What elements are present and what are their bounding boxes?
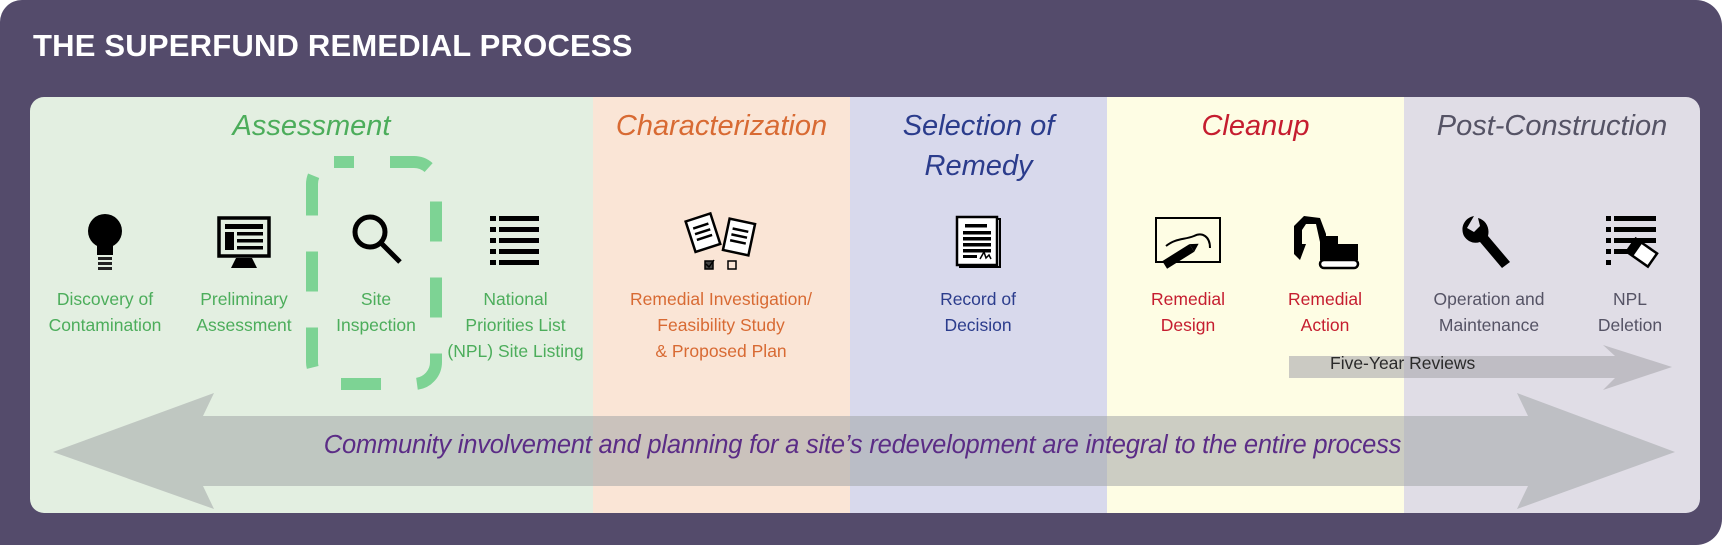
step-label-line: Decision bbox=[944, 315, 1012, 335]
step-npl-site-listing: National Priorities List (NPL) Site List… bbox=[433, 286, 598, 364]
step-label-line: Record of bbox=[940, 289, 1016, 309]
step-remedial-design: Remedial Design bbox=[1108, 286, 1268, 338]
step-label-line: Priorities List bbox=[465, 315, 566, 335]
phase-heading-assessment: Assessment bbox=[232, 110, 391, 142]
five-year-reviews-label: Five-Year Reviews bbox=[1330, 353, 1476, 373]
step-label-line: Remedial Investigation/ bbox=[630, 289, 812, 309]
computer-monitor-icon bbox=[217, 216, 271, 268]
step-operation-and-maintenance: Operation and Maintenance bbox=[1409, 286, 1569, 338]
phase-heading-line: Selection of bbox=[902, 110, 1055, 142]
wrench-icon bbox=[1462, 216, 1510, 268]
phase-heading-line: Remedy bbox=[924, 150, 1033, 182]
step-label-line: National bbox=[483, 289, 548, 309]
step-label-line: Deletion bbox=[1597, 315, 1663, 335]
drawing-pencil-icon bbox=[1155, 217, 1221, 269]
step-label-line: Operation and bbox=[1433, 289, 1545, 309]
step-label-line: Feasibility Study bbox=[657, 315, 785, 335]
lightbulb-icon bbox=[88, 214, 122, 270]
step-label-line: Discovery of bbox=[56, 289, 154, 309]
step-discovery-of-contamination: Discovery of Contamination bbox=[25, 286, 185, 338]
step-label-line: Remedial bbox=[1151, 289, 1225, 309]
signed-document-icon bbox=[955, 215, 1001, 268]
community-involvement-banner: Community involvement and planning for a… bbox=[323, 431, 1402, 459]
step-label-line: & Proposed Plan bbox=[655, 341, 787, 361]
step-ri-fs-proposed-plan: Remedial Investigation/ Feasibility Stud… bbox=[601, 286, 841, 364]
step-label-line: Site bbox=[360, 289, 392, 309]
highlight-dashed-box bbox=[306, 156, 442, 390]
phase-heading-characterization: Characterization bbox=[615, 110, 828, 142]
documents-checkbox-icon bbox=[684, 211, 757, 270]
step-label-line: Action bbox=[1300, 315, 1350, 335]
diagram-title: THE SUPERFUND REMEDIAL PROCESS bbox=[33, 28, 633, 63]
step-npl-deletion: NPL Deletion bbox=[1550, 286, 1710, 338]
step-label-line: Contamination bbox=[48, 315, 162, 335]
step-label-line: Remedial bbox=[1288, 289, 1362, 309]
phase-heading-post-construction: Post-Construction bbox=[1436, 110, 1668, 142]
step-remedial-action: Remedial Action bbox=[1245, 286, 1405, 338]
phase-heading-selection-of-remedy: Selection of Remedy bbox=[850, 106, 1107, 186]
phase-heading-cleanup: Cleanup bbox=[1201, 110, 1310, 142]
step-label-line: Inspection bbox=[336, 315, 416, 335]
step-site-inspection: Site Inspection bbox=[296, 286, 456, 338]
list-icon bbox=[490, 216, 539, 265]
step-label-line: NPL bbox=[1612, 289, 1648, 309]
step-label-line: Maintenance bbox=[1438, 315, 1540, 335]
list-eraser-icon bbox=[1606, 216, 1659, 269]
magnifier-icon bbox=[352, 214, 402, 264]
step-label-line: (NPL) Site Listing bbox=[447, 341, 584, 361]
step-label-line: Design bbox=[1160, 315, 1216, 335]
excavator-icon bbox=[1294, 216, 1360, 270]
step-record-of-decision: Record of Decision bbox=[898, 286, 1058, 338]
